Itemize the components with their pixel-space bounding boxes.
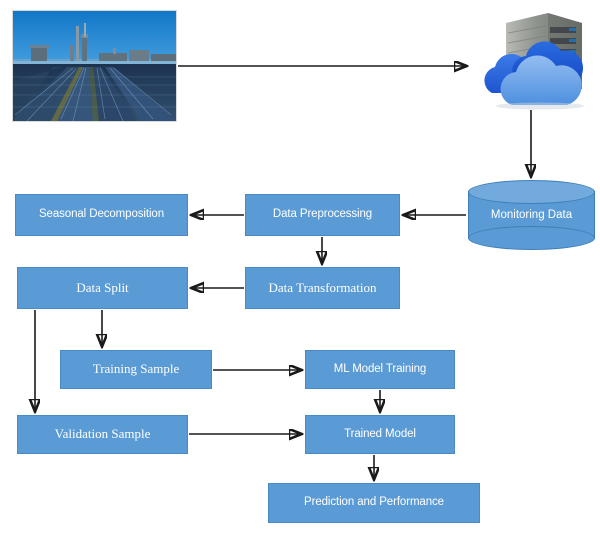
flowchart-canvas: Monitoring Data Data Preprocessing Seaso…: [0, 0, 600, 544]
monitoring-data-label: Monitoring Data: [490, 209, 573, 221]
monitoring-data-store: Monitoring Data: [468, 180, 595, 250]
connector-layer: [0, 0, 600, 544]
